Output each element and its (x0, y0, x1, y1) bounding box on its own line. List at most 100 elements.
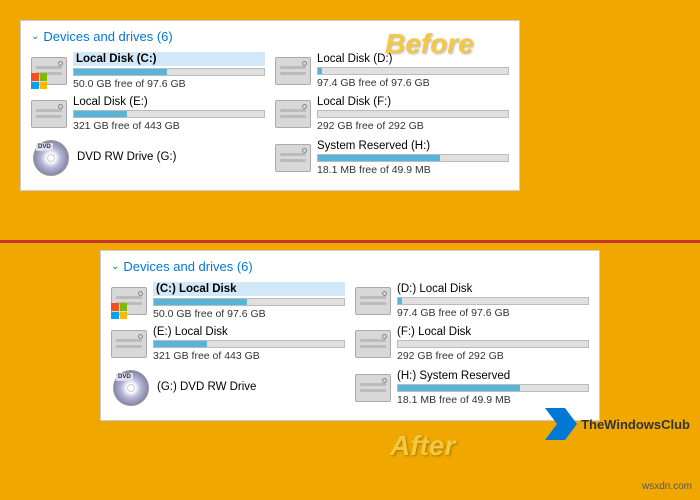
hdd-icon (111, 330, 147, 358)
drive-free-space: 97.4 GB free of 97.6 GB (317, 77, 509, 89)
dvd-disc: DVD (113, 370, 149, 406)
dvd-hole (127, 384, 135, 392)
hdd-icon-container (31, 53, 67, 89)
hdd-icon-container (31, 96, 67, 132)
drive-info: (H:) System Reserved 18.1 MB free of 49.9… (397, 370, 589, 406)
drive-bar-fill (398, 385, 520, 391)
drive-info: Local Disk (C:) 50.0 GB free of 97.6 GB (73, 52, 265, 90)
drive-bar (317, 154, 509, 162)
drive-bar (317, 67, 509, 75)
hdd-icon (355, 287, 391, 315)
hdd-icon-container (111, 326, 147, 362)
chevron-icon-after: ⌄ (111, 261, 119, 272)
watermark-text: TheWindowsClub (581, 417, 690, 432)
drive-free-space: 321 GB free of 443 GB (153, 350, 345, 362)
before-section-title: Devices and drives (6) (43, 29, 172, 44)
drive-name: (D:) Local Disk (397, 283, 589, 295)
drive-info: DVD RW Drive (G:) (77, 151, 265, 165)
drive-bar (397, 297, 589, 305)
wsxdn-url: wsxdn.com (642, 481, 692, 492)
drive-bar (153, 298, 345, 306)
drive-free-space: 18.1 MB free of 49.9 MB (397, 394, 589, 406)
drive-name: Local Disk (E:) (73, 96, 265, 108)
hdd-icon (275, 100, 311, 128)
watermark-logo-icon (545, 408, 577, 440)
hdd-icon-container (355, 370, 391, 406)
list-item: Local Disk (F:) 292 GB free of 292 GB (275, 96, 509, 132)
drive-bar (397, 340, 589, 348)
list-item: (E:) Local Disk 321 GB free of 443 GB (111, 326, 345, 362)
before-label: Before (385, 28, 474, 60)
drive-name: Local Disk (F:) (317, 96, 509, 108)
hdd-icon (355, 374, 391, 402)
drive-name: (F:) Local Disk (397, 326, 589, 338)
hdd-icon-container (111, 283, 147, 319)
before-drives-grid: Local Disk (C:)50.0 GB free of 97.6 GBLo… (31, 52, 509, 178)
after-panel: ⌄ Devices and drives (6) (C:) Local Disk… (100, 250, 600, 421)
hdd-icon (275, 144, 311, 172)
drive-free-space: 292 GB free of 292 GB (317, 120, 509, 132)
chevron-icon: ⌄ (31, 31, 39, 42)
drive-bar-fill (154, 299, 247, 305)
drive-info: System Reserved (H:) 18.1 MB free of 49.9… (317, 140, 509, 176)
drive-name: (E:) Local Disk (153, 326, 345, 338)
drive-info: (F:) Local Disk 292 GB free of 292 GB (397, 326, 589, 362)
dvd-icon-container: DVD (31, 138, 71, 178)
drive-bar-fill (318, 155, 440, 161)
drive-free-space: 18.1 MB free of 49.9 MB (317, 164, 509, 176)
list-item: (C:) Local Disk50.0 GB free of 97.6 GB (111, 282, 345, 320)
drive-free-space: 321 GB free of 443 GB (73, 120, 265, 132)
drive-name: Local Disk (C:) (73, 52, 265, 66)
drive-bar-fill (74, 111, 127, 117)
list-item: Local Disk (C:) 50.0 GB free of 97.6 GB (31, 52, 265, 90)
dvd-hole (47, 154, 55, 162)
after-section-title: Devices and drives (6) (123, 259, 252, 274)
drive-bar-fill (398, 298, 402, 304)
drive-free-space: 50.0 GB free of 97.6 GB (73, 78, 265, 90)
drive-name: (H:) System Reserved (397, 370, 589, 382)
dvd-disc: DVD (33, 140, 69, 176)
drive-bar-fill (318, 68, 322, 74)
list-item: DVD (G:) DVD RW Drive (111, 368, 345, 408)
drive-info: (G:) DVD RW Drive (157, 381, 345, 395)
windows-icon (31, 73, 47, 89)
drive-bar (153, 340, 345, 348)
list-item: (D:) Local Disk 97.4 GB free of 97.6 GB (355, 282, 589, 320)
dvd-icon-container: DVD (111, 368, 151, 408)
hdd-icon-container (355, 283, 391, 319)
after-drives-grid: (C:) Local Disk50.0 GB free of 97.6 GB (D… (111, 282, 589, 408)
after-label: After (390, 430, 455, 462)
list-item: System Reserved (H:) 18.1 MB free of 49.9… (275, 138, 509, 178)
drive-info: (D:) Local Disk 97.4 GB free of 97.6 GB (397, 283, 589, 319)
hdd-icon-container (275, 53, 311, 89)
drive-name: DVD RW Drive (G:) (77, 151, 265, 163)
hdd-icon (31, 100, 67, 128)
drive-info: (E:) Local Disk 321 GB free of 443 GB (153, 326, 345, 362)
hdd-icon (355, 330, 391, 358)
drive-free-space: 97.4 GB free of 97.6 GB (397, 307, 589, 319)
windows-icon (111, 303, 127, 319)
after-section-header: ⌄ Devices and drives (6) (111, 259, 589, 274)
dvd-label: DVD (116, 373, 133, 381)
drive-name: (C:) Local Disk (153, 282, 345, 296)
drive-info: Local Disk (E:) 321 GB free of 443 GB (73, 96, 265, 132)
drive-free-space: 292 GB free of 292 GB (397, 350, 589, 362)
hdd-icon-container (355, 326, 391, 362)
list-item: Local Disk (E:) 321 GB free of 443 GB (31, 96, 265, 132)
list-item: (H:) System Reserved 18.1 MB free of 49.9… (355, 368, 589, 408)
list-item: DVD DVD RW Drive (G:) (31, 138, 265, 178)
drive-bar (73, 110, 265, 118)
main-container: ⌄ Devices and drives (6) Local Disk (C:)… (0, 0, 700, 500)
list-item: (F:) Local Disk 292 GB free of 292 GB (355, 326, 589, 362)
separator-line (0, 240, 700, 243)
hdd-icon-container (275, 140, 311, 176)
watermark: TheWindowsClub (545, 408, 690, 440)
drive-bar-fill (154, 341, 207, 347)
drive-bar (73, 68, 265, 76)
drive-info: (C:) Local Disk50.0 GB free of 97.6 GB (153, 282, 345, 320)
drive-info: Local Disk (F:) 292 GB free of 292 GB (317, 96, 509, 132)
drive-bar (397, 384, 589, 392)
drive-name: System Reserved (H:) (317, 140, 509, 152)
drive-bar (317, 110, 509, 118)
drive-bar-fill (74, 69, 167, 75)
